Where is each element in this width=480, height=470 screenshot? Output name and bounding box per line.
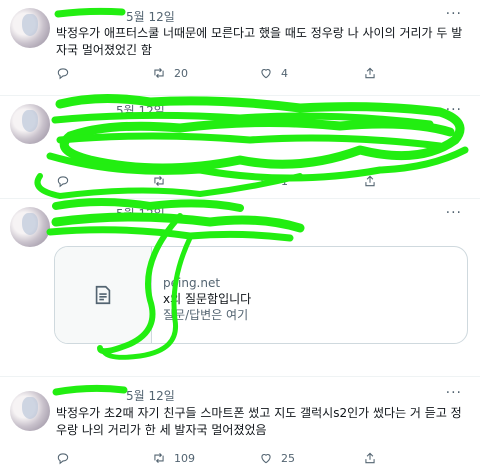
like-button[interactable]: 4 xyxy=(259,66,288,80)
retweet-count: 109 xyxy=(174,451,195,465)
reply-button[interactable] xyxy=(56,451,70,465)
tweet-actions: 20 4 xyxy=(56,66,386,82)
tweet-text: 박정우가 초2때 자기 친구들 스마트폰 썼고 지도 갤럭시s2인가 썼다는 거… xyxy=(56,406,462,437)
like-button[interactable]: 25 xyxy=(259,451,295,465)
card-title: x의 질문함입니다 xyxy=(163,292,252,306)
like-count: 4 xyxy=(281,66,288,80)
heart-icon xyxy=(261,177,271,187)
retweet-icon xyxy=(154,452,164,464)
tweet-text: 박정우가 애프터스쿨 너때문에 모른다고 했을 때도 정우랑 나 사이의 거리가… xyxy=(56,26,463,57)
tweet-date: 5월 12일 xyxy=(126,389,175,403)
reply-icon xyxy=(57,176,69,188)
avatar[interactable] xyxy=(10,391,50,431)
tweet-2[interactable]: 5월 12일 ··· 1 xyxy=(0,96,480,198)
tweet-actions: 109 25 xyxy=(56,451,386,467)
tweet-date: 5월 12일 xyxy=(116,104,165,118)
retweet-icon xyxy=(154,175,164,187)
tweet-actions: 1 xyxy=(56,174,386,190)
heart-icon xyxy=(261,69,271,79)
link-card[interactable]: peing.net x의 질문함입니다 질문/답변은 여기 xyxy=(54,246,468,344)
card-description: 질문/답변은 여기 xyxy=(163,308,249,322)
more-dots-icon[interactable]: ··· xyxy=(446,205,462,221)
avatar[interactable] xyxy=(10,104,50,144)
retweet-icon xyxy=(154,67,164,79)
share-button[interactable] xyxy=(363,451,377,465)
like-button[interactable]: 1 xyxy=(259,174,288,188)
more-dots-icon[interactable]: ··· xyxy=(446,102,462,118)
tweet-4[interactable]: 5월 12일 ··· 박정우가 초2때 자기 친구들 스마트폰 썼고 지도 갤럭… xyxy=(0,377,480,470)
document-icon xyxy=(95,285,111,305)
reply-icon xyxy=(57,68,69,80)
reply-button[interactable] xyxy=(56,66,70,80)
reply-button[interactable] xyxy=(56,174,70,188)
share-icon xyxy=(365,175,375,187)
reply-icon xyxy=(57,453,69,465)
like-count: 1 xyxy=(281,174,288,188)
retweet-button[interactable] xyxy=(152,174,174,188)
share-icon xyxy=(365,452,375,464)
card-thumbnail xyxy=(55,247,152,343)
heart-icon xyxy=(261,454,271,464)
card-domain: peing.net xyxy=(163,276,221,290)
retweet-count: 20 xyxy=(174,66,188,80)
share-icon xyxy=(365,67,375,79)
tweet-date: 5월 12일 xyxy=(116,207,165,221)
like-count: 25 xyxy=(281,451,295,465)
more-dots-icon[interactable]: ··· xyxy=(446,6,462,22)
share-button[interactable] xyxy=(363,174,377,188)
more-dots-icon[interactable]: ··· xyxy=(446,385,462,401)
retweet-button[interactable]: 109 xyxy=(152,451,195,465)
tweet-1[interactable]: 5월 12일 ··· 박정우가 애프터스쿨 너때문에 모른다고 했을 때도 정우… xyxy=(0,0,480,95)
share-button[interactable] xyxy=(363,66,377,80)
retweet-button[interactable]: 20 xyxy=(152,66,188,80)
tweet-date: 5월 12일 xyxy=(126,10,175,24)
avatar[interactable] xyxy=(10,8,50,48)
avatar[interactable] xyxy=(10,207,50,247)
